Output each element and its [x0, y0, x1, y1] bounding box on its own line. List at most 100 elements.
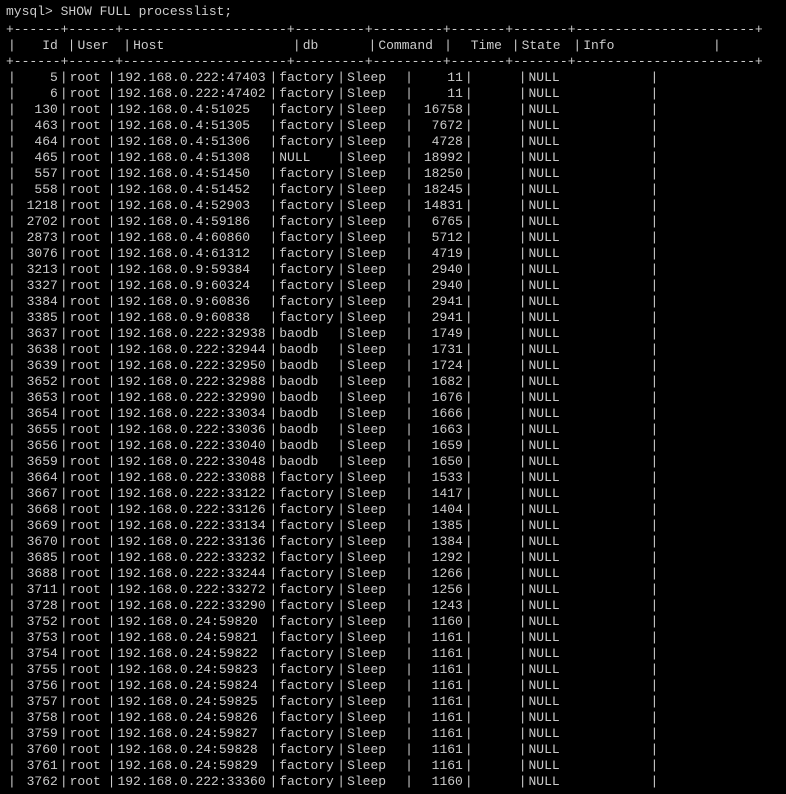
cell-db: factory [279, 134, 335, 150]
cell-command: Sleep [347, 406, 403, 422]
table-row: |3688|root|192.168.0.222:33244|factory|S… [6, 566, 780, 582]
table-row: |2702|root|192.168.0.4:59186|factory|Sle… [6, 214, 780, 230]
cell-id: 3076 [18, 246, 58, 262]
cell-host: 192.168.0.222:47403 [117, 70, 267, 86]
cell-time: 18250 [415, 166, 463, 182]
cell-host: 192.168.0.222:33036 [117, 422, 267, 438]
cell-info: NULL [529, 310, 649, 326]
cell-id: 557 [18, 166, 58, 182]
cell-id: 3728 [18, 598, 58, 614]
cell-db: factory [279, 758, 335, 774]
cell-command: Sleep [347, 102, 403, 118]
cell-host: 192.168.0.4:51452 [117, 182, 267, 198]
header-db: db [303, 38, 359, 54]
cell-host: 192.168.0.4:51305 [117, 118, 267, 134]
cell-time: 2941 [415, 294, 463, 310]
table-row: |3654|root|192.168.0.222:33034|baodb|Sle… [6, 406, 780, 422]
cell-id: 3639 [18, 358, 58, 374]
cell-info: NULL [529, 566, 649, 582]
cell-time: 1161 [415, 694, 463, 710]
cell-host: 192.168.0.9:60324 [117, 278, 267, 294]
cell-id: 3638 [18, 342, 58, 358]
cell-command: Sleep [347, 326, 403, 342]
cell-info: NULL [529, 774, 649, 790]
cell-info: NULL [529, 678, 649, 694]
cell-id: 464 [18, 134, 58, 150]
cell-id: 3213 [18, 262, 58, 278]
cell-info: NULL [529, 758, 649, 774]
cell-db: factory [279, 70, 335, 86]
cell-time: 1292 [415, 550, 463, 566]
cell-info: NULL [529, 614, 649, 630]
cell-command: Sleep [347, 518, 403, 534]
cell-time: 1385 [415, 518, 463, 534]
cell-db: baodb [279, 358, 335, 374]
cell-host: 192.168.0.222:32988 [117, 374, 267, 390]
cell-time: 4719 [415, 246, 463, 262]
cell-host: 192.168.0.222:33040 [117, 438, 267, 454]
cell-db: factory [279, 166, 335, 182]
cell-command: Sleep [347, 534, 403, 550]
table-row: |3668|root|192.168.0.222:33126|factory|S… [6, 502, 780, 518]
cell-command: Sleep [347, 662, 403, 678]
cell-user: root [70, 582, 106, 598]
separator-top: +------+------+---------------------+---… [6, 22, 780, 38]
cell-user: root [70, 454, 106, 470]
table-row: |3756|root|192.168.0.24:59824|factory|Sl… [6, 678, 780, 694]
cell-id: 3711 [18, 582, 58, 598]
cell-db: baodb [279, 454, 335, 470]
header-state: State [522, 38, 564, 54]
cell-time: 6765 [415, 214, 463, 230]
cell-db: factory [279, 646, 335, 662]
cell-info: NULL [529, 518, 649, 534]
cell-id: 3659 [18, 454, 58, 470]
cell-info: NULL [529, 454, 649, 470]
cell-info: NULL [529, 214, 649, 230]
cell-command: Sleep [347, 470, 403, 486]
cell-command: Sleep [347, 550, 403, 566]
cell-host: 192.168.0.24:59823 [117, 662, 267, 678]
table-row: |3652|root|192.168.0.222:32988|baodb|Sle… [6, 374, 780, 390]
cell-info: NULL [529, 710, 649, 726]
cell-time: 2940 [415, 262, 463, 278]
cell-db: factory [279, 294, 335, 310]
header-command: Command [378, 38, 434, 54]
table-row: |3655|root|192.168.0.222:33036|baodb|Sle… [6, 422, 780, 438]
cell-db: factory [279, 694, 335, 710]
cell-command: Sleep [347, 294, 403, 310]
cell-time: 2941 [415, 310, 463, 326]
cell-host: 192.168.0.222:33244 [117, 566, 267, 582]
cell-host: 192.168.0.9:60838 [117, 310, 267, 326]
cell-id: 3668 [18, 502, 58, 518]
cell-time: 1417 [415, 486, 463, 502]
cell-user: root [70, 438, 106, 454]
cell-info: NULL [529, 326, 649, 342]
cell-time: 1384 [415, 534, 463, 550]
cell-id: 3385 [18, 310, 58, 326]
cell-command: Sleep [347, 342, 403, 358]
cell-id: 3755 [18, 662, 58, 678]
cell-db: factory [279, 214, 335, 230]
cell-command: Sleep [347, 486, 403, 502]
cell-time: 1161 [415, 710, 463, 726]
cell-id: 3757 [18, 694, 58, 710]
cell-user: root [70, 86, 106, 102]
cell-user: root [70, 550, 106, 566]
cell-host: 192.168.0.24:59820 [117, 614, 267, 630]
cell-command: Sleep [347, 182, 403, 198]
cell-user: root [70, 598, 106, 614]
cell-db: factory [279, 662, 335, 678]
cell-db: NULL [279, 150, 335, 166]
cell-user: root [70, 566, 106, 582]
cell-info: NULL [529, 118, 649, 134]
cell-command: Sleep [347, 166, 403, 182]
cell-host: 192.168.0.222:33360 [117, 774, 267, 790]
cell-command: Sleep [347, 262, 403, 278]
cell-id: 465 [18, 150, 58, 166]
cell-time: 1676 [415, 390, 463, 406]
table-row: |3755|root|192.168.0.24:59823|factory|Sl… [6, 662, 780, 678]
cell-command: Sleep [347, 582, 403, 598]
cell-user: root [70, 358, 106, 374]
table-row: |3711|root|192.168.0.222:33272|factory|S… [6, 582, 780, 598]
cell-info: NULL [529, 342, 649, 358]
